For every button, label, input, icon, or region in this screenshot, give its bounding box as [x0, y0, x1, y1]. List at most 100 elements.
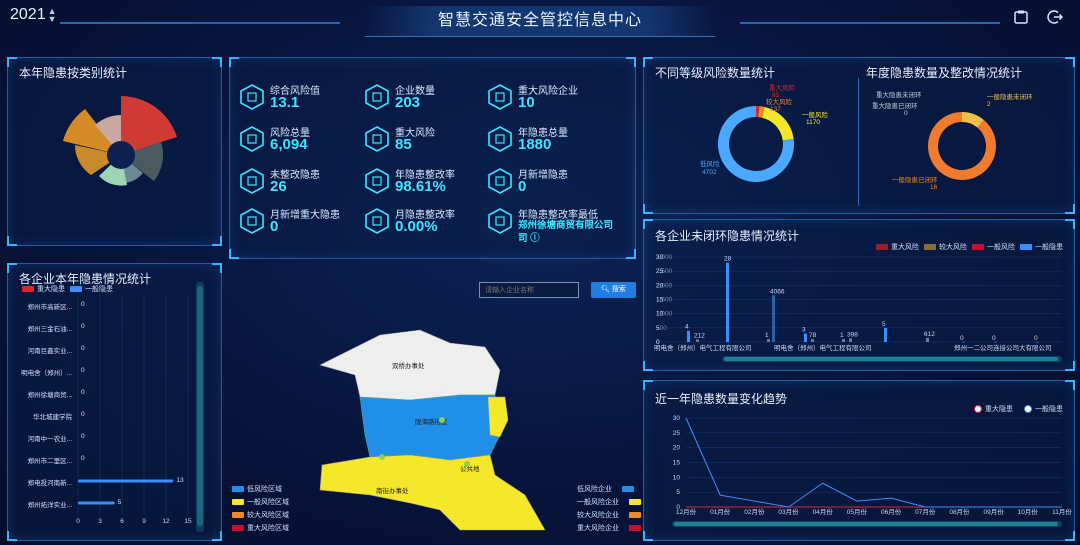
stat-7: 年隐患整改率 98.61%: [365, 166, 490, 202]
donut-label: 1170: [806, 119, 820, 126]
x-category-label: 明电舍（郑州）电气工程有限公司: [654, 343, 752, 352]
bar-value-label: 0: [81, 367, 85, 374]
map-legend-item[interactable]: 低风险企业: [577, 484, 634, 494]
panel-risk-annual: 不同等级风险数量统计 年度隐患数量及整改情况统计 重大风险 85 较大风险 13…: [643, 57, 1075, 214]
stat-hex-icon: [488, 84, 512, 110]
y-tick-label-right: 2,500: [656, 268, 673, 275]
x-tick-label: 6: [120, 518, 124, 525]
map-company-marker: [464, 461, 470, 467]
stat-1: 企业数量 203: [365, 82, 490, 118]
y-tick-label: 10: [673, 474, 681, 481]
screen-icon[interactable]: [1013, 9, 1029, 25]
risk-donut-charts: 重大风险 85 较大风险 137 一般风险 1170 低风险 4702 重大隐患…: [700, 83, 1033, 191]
map-region-center: [359, 394, 501, 461]
company-bar: [78, 501, 115, 505]
stat-value: 203: [395, 94, 421, 111]
stat-value: 6,094: [270, 136, 308, 153]
year-selector[interactable]: 2021 ▲ ▼: [10, 6, 57, 24]
donut-slice: [928, 112, 996, 180]
stat-hex-icon: [365, 168, 389, 194]
x-tick-label: 12月份: [676, 507, 697, 516]
scrollbar[interactable]: [196, 282, 204, 532]
horizontal-scrollbar[interactable]: [672, 521, 1062, 527]
bar-category-label: 郑州徐塘商贸...: [27, 392, 72, 399]
scrollbar-thumb[interactable]: [674, 522, 1058, 526]
bar-data-label: 0: [1034, 335, 1038, 342]
unclosed-bar: [884, 327, 887, 342]
donut-label: 重大风险: [769, 83, 796, 92]
y-tick-label: 15: [673, 460, 681, 467]
panel-unclosed: 各企业未闭环隐患情况统计 重大风险 较大风险 一般风险 一般隐患 30 3,000 25 2…: [643, 219, 1075, 371]
bar-data-label: 5: [882, 321, 886, 328]
bar-value-label: 0: [81, 301, 85, 308]
year-value: 2021: [10, 6, 46, 23]
y-tick-label: 30: [673, 415, 681, 422]
x-tick-label: 15: [184, 518, 192, 525]
donut-label: 重大隐患未闭环: [876, 90, 922, 99]
map-legend-item[interactable]: 较大风险区域: [232, 510, 289, 520]
search-button[interactable]: 🔍︎ 搜索: [591, 282, 636, 298]
bar-data-label: 0: [960, 335, 964, 342]
bar-category-label: 华北城建学院: [33, 414, 72, 421]
donut-label: 一般风险: [802, 110, 829, 119]
stat-value: 98.61%: [395, 178, 446, 195]
horizontal-scrollbar[interactable]: [722, 356, 1062, 362]
bar-data-label: 4066: [770, 288, 785, 295]
map-legend-item[interactable]: 重大风险区域: [232, 523, 289, 533]
stat-8: 月新增隐患 0: [488, 166, 613, 202]
stat-value: 0.00%: [395, 218, 438, 235]
y-tick-label: 20: [673, 445, 681, 452]
x-tick-label: 07月份: [915, 507, 936, 516]
x-tick-label: 08月份: [949, 507, 970, 516]
bar-category-label: 河南中一农业...: [27, 436, 72, 443]
map-legend-item[interactable]: 一般风险区域: [232, 497, 289, 507]
map-label: 公共地: [460, 464, 480, 473]
donut-label: 4702: [702, 169, 717, 176]
x-tick-label: 04月份: [813, 507, 834, 516]
unclosed-bar: [842, 339, 845, 342]
scrollbar-thumb[interactable]: [724, 357, 1058, 361]
y-tick-label: 25: [673, 430, 681, 437]
stat-3: 风险总量 6,094: [240, 124, 365, 160]
map-label: 双桥办事处: [392, 361, 425, 370]
map-legend-item[interactable]: 一般风险企业: [577, 497, 641, 507]
x-tick-label: 9: [142, 518, 146, 525]
map-region-east: [487, 396, 509, 438]
bar-data-label: 78: [809, 332, 817, 339]
map-legend-item[interactable]: 较大风险企业: [577, 510, 641, 520]
stat-5: 年隐患总量 1880: [488, 124, 613, 160]
unclosed-bar: [804, 333, 807, 342]
top-bar: 2021 ▲ ▼ 智慧交通安全管控信息中心: [0, 0, 1080, 44]
donut-label: 85: [772, 92, 780, 99]
trend-line-chart: 30252015105012月份 01月份 02月份 03月份 04月份 05月份 06月份…: [673, 415, 1073, 516]
stat-4: 重大风险 85: [365, 124, 490, 160]
stat-hex-icon: [240, 208, 264, 234]
unclosed-bar: [926, 337, 929, 342]
logout-icon[interactable]: [1047, 9, 1064, 25]
unclosed-bar: [962, 342, 965, 343]
bar-data-label: 1: [765, 332, 769, 339]
category-rose-chart: [63, 96, 177, 186]
donut-label: 0: [904, 110, 908, 117]
unclosed-bar: [1036, 342, 1039, 343]
stat-value: 10: [518, 94, 535, 111]
stat-11: 年隐患整改率最低 郑州徐塘商贸有限公司司 ⓘ: [488, 206, 613, 244]
donut-label: 重大隐患已闭环: [872, 101, 918, 110]
year-stepper-icon[interactable]: ▲ ▼: [48, 6, 57, 23]
scrollbar-thumb[interactable]: [197, 286, 203, 526]
stat-value: 0: [518, 178, 527, 195]
stat-suffix[interactable]: 司 ⓘ: [518, 230, 540, 244]
y-tick-label-right: 2,000: [656, 282, 673, 289]
map-legend-item[interactable]: 重大风险企业: [577, 523, 641, 533]
bar-value-label: 0: [81, 389, 85, 396]
map-legend-item[interactable]: 低风险区域: [232, 484, 282, 494]
bar-category-label: 郑电投河南新...: [27, 480, 72, 487]
bar-value-label: 0: [81, 345, 85, 352]
top-line-right: [740, 22, 1000, 24]
bar-data-label: 212: [694, 332, 705, 339]
map-label: 南街办事处: [376, 486, 409, 495]
company-search-input[interactable]: [479, 282, 579, 298]
map-region-south: [319, 454, 546, 531]
company-bar: [78, 479, 174, 483]
y-tick-label: 5: [676, 489, 680, 496]
